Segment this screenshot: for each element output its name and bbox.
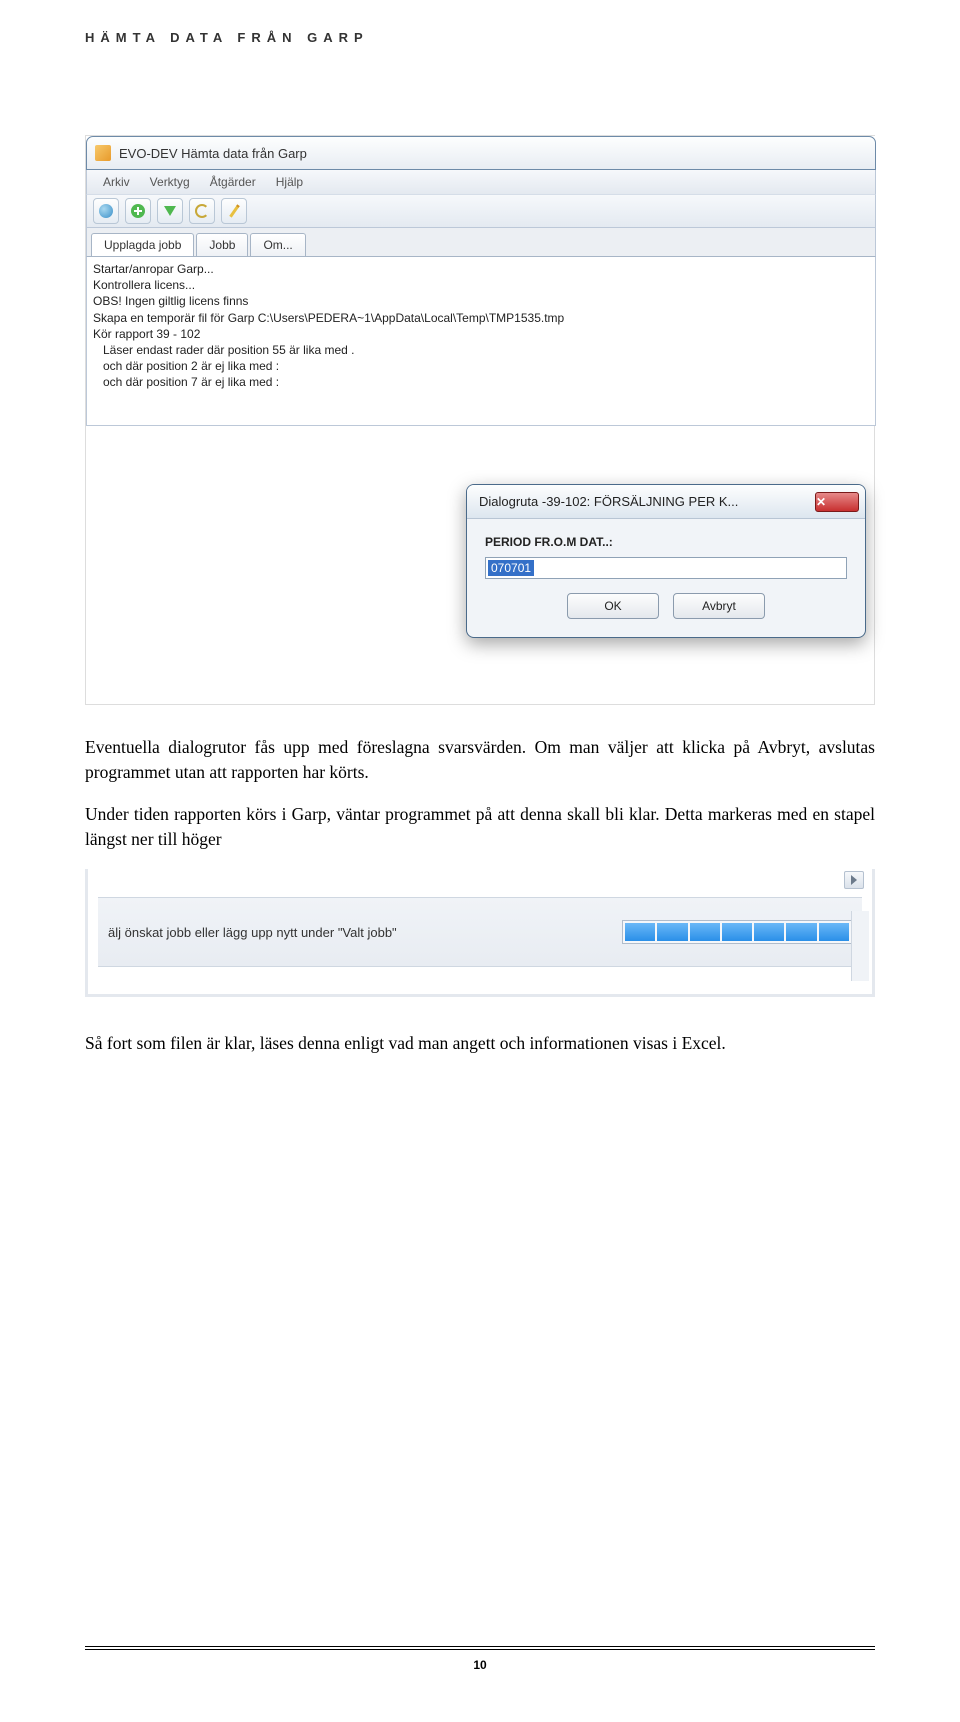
toolbar xyxy=(86,194,876,228)
cancel-button[interactable]: Avbryt xyxy=(673,593,765,619)
paragraph: Under tiden rapporten körs i Garp, vänta… xyxy=(85,802,875,851)
app-icon xyxy=(95,145,111,161)
log-line: OBS! Ingen giltlig licens finns xyxy=(93,293,869,309)
plus-icon xyxy=(131,204,145,218)
period-value: 070701 xyxy=(488,560,534,576)
screenshot-statusbar: älj önskat jobb eller lägg upp nytt unde… xyxy=(85,869,875,997)
menu-hjalp[interactable]: Hjälp xyxy=(266,175,313,189)
titlebar: EVO-DEV Hämta data från Garp xyxy=(86,136,876,170)
dialog-buttons: OK Avbryt xyxy=(485,593,847,619)
ok-button[interactable]: OK xyxy=(567,593,659,619)
progress-segment xyxy=(657,923,687,941)
toolbar-btn-add[interactable] xyxy=(125,198,151,224)
statusbar-inner: älj önskat jobb eller lägg upp nytt unde… xyxy=(98,897,862,967)
toolbar-btn-globe[interactable] xyxy=(93,198,119,224)
close-button[interactable]: ✕ xyxy=(815,492,859,512)
period-input[interactable]: 070701 xyxy=(485,557,847,579)
refresh-icon xyxy=(195,204,209,218)
tab-jobb[interactable]: Jobb xyxy=(196,233,248,256)
menu-arkiv[interactable]: Arkiv xyxy=(93,175,140,189)
progress-bar xyxy=(622,920,852,944)
paragraph: Eventuella dialogrutor fås upp med föres… xyxy=(85,735,875,784)
page-footer: 10 xyxy=(85,1646,875,1672)
tab-om[interactable]: Om... xyxy=(250,233,305,256)
log-line: Läser endast rader där position 55 är li… xyxy=(93,342,869,358)
footer-rule xyxy=(85,1646,875,1650)
paragraph: Så fort som filen är klar, läses denna e… xyxy=(85,1031,875,1056)
log-line: Kör rapport 39 - 102 xyxy=(93,326,869,342)
tabstrip: Upplagda jobb Jobb Om... xyxy=(86,228,876,256)
progress-segment xyxy=(625,923,655,941)
progress-segment xyxy=(722,923,752,941)
log-line: Skapa en temporär fil för Garp C:\Users\… xyxy=(93,310,869,326)
close-icon: ✕ xyxy=(816,495,858,509)
progress-segment xyxy=(754,923,784,941)
main-window: EVO-DEV Hämta data från Garp Arkiv Verkt… xyxy=(86,136,876,426)
globe-icon xyxy=(99,204,113,218)
log-line: och där position 7 är ej lika med : xyxy=(93,374,869,390)
progress-segment xyxy=(690,923,720,941)
menubar: Arkiv Verktyg Åtgärder Hjälp xyxy=(86,170,876,194)
statusbar-right-gutter xyxy=(851,911,869,981)
progress-segment xyxy=(786,923,816,941)
tab-upplagda-jobb[interactable]: Upplagda jobb xyxy=(91,233,194,256)
statusbar-frame: älj önskat jobb eller lägg upp nytt unde… xyxy=(85,869,875,997)
dialog-label: PERIOD FR.O.M DAT..: xyxy=(485,533,847,557)
screenshot-main-window: EVO-DEV Hämta data från Garp Arkiv Verkt… xyxy=(85,135,875,705)
scroll-right-button[interactable] xyxy=(844,871,864,889)
progress-segment xyxy=(819,923,849,941)
edit-icon xyxy=(229,204,239,217)
dialog-period: Dialogruta -39-102: FÖRSÄLJNING PER K...… xyxy=(466,484,866,638)
dialog-title: Dialogruta -39-102: FÖRSÄLJNING PER K... xyxy=(479,494,815,509)
status-text: älj önskat jobb eller lägg upp nytt unde… xyxy=(108,925,622,940)
toolbar-btn-run[interactable] xyxy=(157,198,183,224)
menu-verktyg[interactable]: Verktyg xyxy=(140,175,200,189)
toolbar-btn-edit[interactable] xyxy=(221,198,247,224)
log-line: Startar/anropar Garp... xyxy=(93,261,869,277)
window-title: EVO-DEV Hämta data från Garp xyxy=(119,146,307,161)
log-output: Startar/anropar Garp... Kontrollera lice… xyxy=(86,256,876,426)
dialog-titlebar: Dialogruta -39-102: FÖRSÄLJNING PER K...… xyxy=(467,485,865,519)
page-number: 10 xyxy=(85,1658,875,1672)
run-icon xyxy=(164,206,176,216)
dialog-body: PERIOD FR.O.M DAT..: 070701 OK Avbryt xyxy=(467,519,865,637)
page-header: HÄMTA DATA FRÅN GARP xyxy=(85,30,875,45)
log-line: Kontrollera licens... xyxy=(93,277,869,293)
log-line: och där position 2 är ej lika med : xyxy=(93,358,869,374)
menu-atgarder[interactable]: Åtgärder xyxy=(200,175,266,189)
toolbar-btn-refresh[interactable] xyxy=(189,198,215,224)
